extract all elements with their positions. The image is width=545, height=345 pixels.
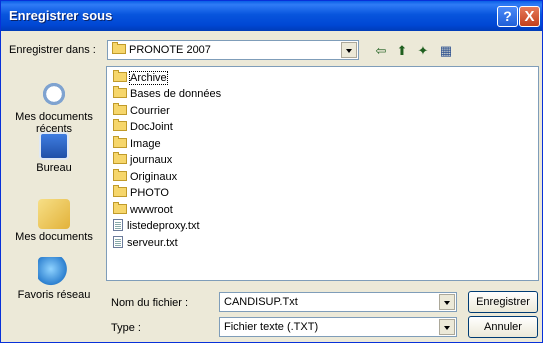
desktop-icon <box>39 132 69 160</box>
folder-icon <box>113 103 127 115</box>
list-item[interactable]: wwwroot <box>113 202 173 218</box>
filename-field[interactable]: CANDISUP.Txt <box>219 292 457 312</box>
folder-icon <box>113 119 127 131</box>
title-bar[interactable]: Enregistrer sous ? X <box>1 1 542 31</box>
file-type-value: Fichier texte (.TXT) <box>224 321 319 333</box>
chevron-down-icon[interactable] <box>341 42 357 58</box>
place-label: Mes documents <box>15 231 93 243</box>
folder-icon <box>113 86 127 98</box>
folder-icon <box>112 42 126 54</box>
list-item[interactable]: Bases de données <box>113 86 221 102</box>
recent-documents-icon <box>38 79 70 109</box>
filename-label: Nom du fichier : <box>111 297 189 309</box>
text-file-icon <box>113 236 123 248</box>
file-list[interactable]: Archive Bases de données Courrier DocJoi… <box>106 66 539 281</box>
list-item[interactable]: serveur.txt <box>113 236 178 251</box>
chevron-down-icon[interactable] <box>439 294 455 310</box>
dialog-title: Enregistrer sous <box>9 8 113 23</box>
folder-icon <box>113 202 127 214</box>
folder-icon <box>113 169 127 181</box>
file-type-select[interactable]: Fichier texte (.TXT) <box>219 317 457 337</box>
network-icon <box>38 257 70 287</box>
new-folder-icon[interactable]: ✦ <box>415 43 431 59</box>
place-recent-documents[interactable]: Mes documents récents <box>8 79 100 135</box>
save-button[interactable]: Enregistrer <box>468 291 538 313</box>
place-label: Favoris réseau <box>17 289 91 301</box>
place-label: Bureau <box>36 162 72 174</box>
folder-icon <box>113 70 127 82</box>
list-item[interactable]: PHOTO <box>113 185 169 201</box>
folder-icon <box>113 152 127 164</box>
list-item[interactable]: listedeproxy.txt <box>113 219 200 234</box>
save-in-label: Enregistrer dans : <box>9 44 96 56</box>
list-item[interactable]: Courrier <box>113 103 170 119</box>
help-button[interactable]: ? <box>497 6 518 27</box>
view-menu-icon[interactable]: ▦ <box>438 43 454 59</box>
place-my-documents[interactable]: Mes documents <box>8 199 100 243</box>
place-desktop[interactable]: Bureau <box>8 132 100 174</box>
cancel-button[interactable]: Annuler <box>468 316 538 338</box>
chevron-down-icon[interactable] <box>439 319 455 335</box>
text-file-icon <box>113 219 123 231</box>
filename-value: CANDISUP.Txt <box>224 296 298 308</box>
folder-icon <box>113 136 127 148</box>
folder-icon <box>113 185 127 197</box>
save-as-dialog: Enregistrer sous ? X Enregistrer dans : … <box>0 0 543 343</box>
up-folder-icon[interactable]: ⬆ <box>394 43 410 59</box>
list-item[interactable]: Image <box>113 136 161 152</box>
close-button[interactable]: X <box>519 6 540 27</box>
list-item[interactable]: DocJoint <box>113 119 173 135</box>
save-in-dropdown[interactable]: PRONOTE 2007 <box>107 40 359 60</box>
place-network[interactable]: Favoris réseau <box>8 257 100 301</box>
list-item[interactable]: Archive <box>113 70 168 86</box>
list-item[interactable]: Originaux <box>113 169 177 185</box>
type-label: Type : <box>111 322 141 334</box>
save-in-value: PRONOTE 2007 <box>129 44 211 56</box>
back-arrow-icon[interactable]: ⇦ <box>373 43 389 59</box>
places-bar: Mes documents récents Bureau Mes documen… <box>8 67 100 307</box>
my-documents-icon <box>38 199 70 229</box>
list-item[interactable]: journaux <box>113 152 172 168</box>
